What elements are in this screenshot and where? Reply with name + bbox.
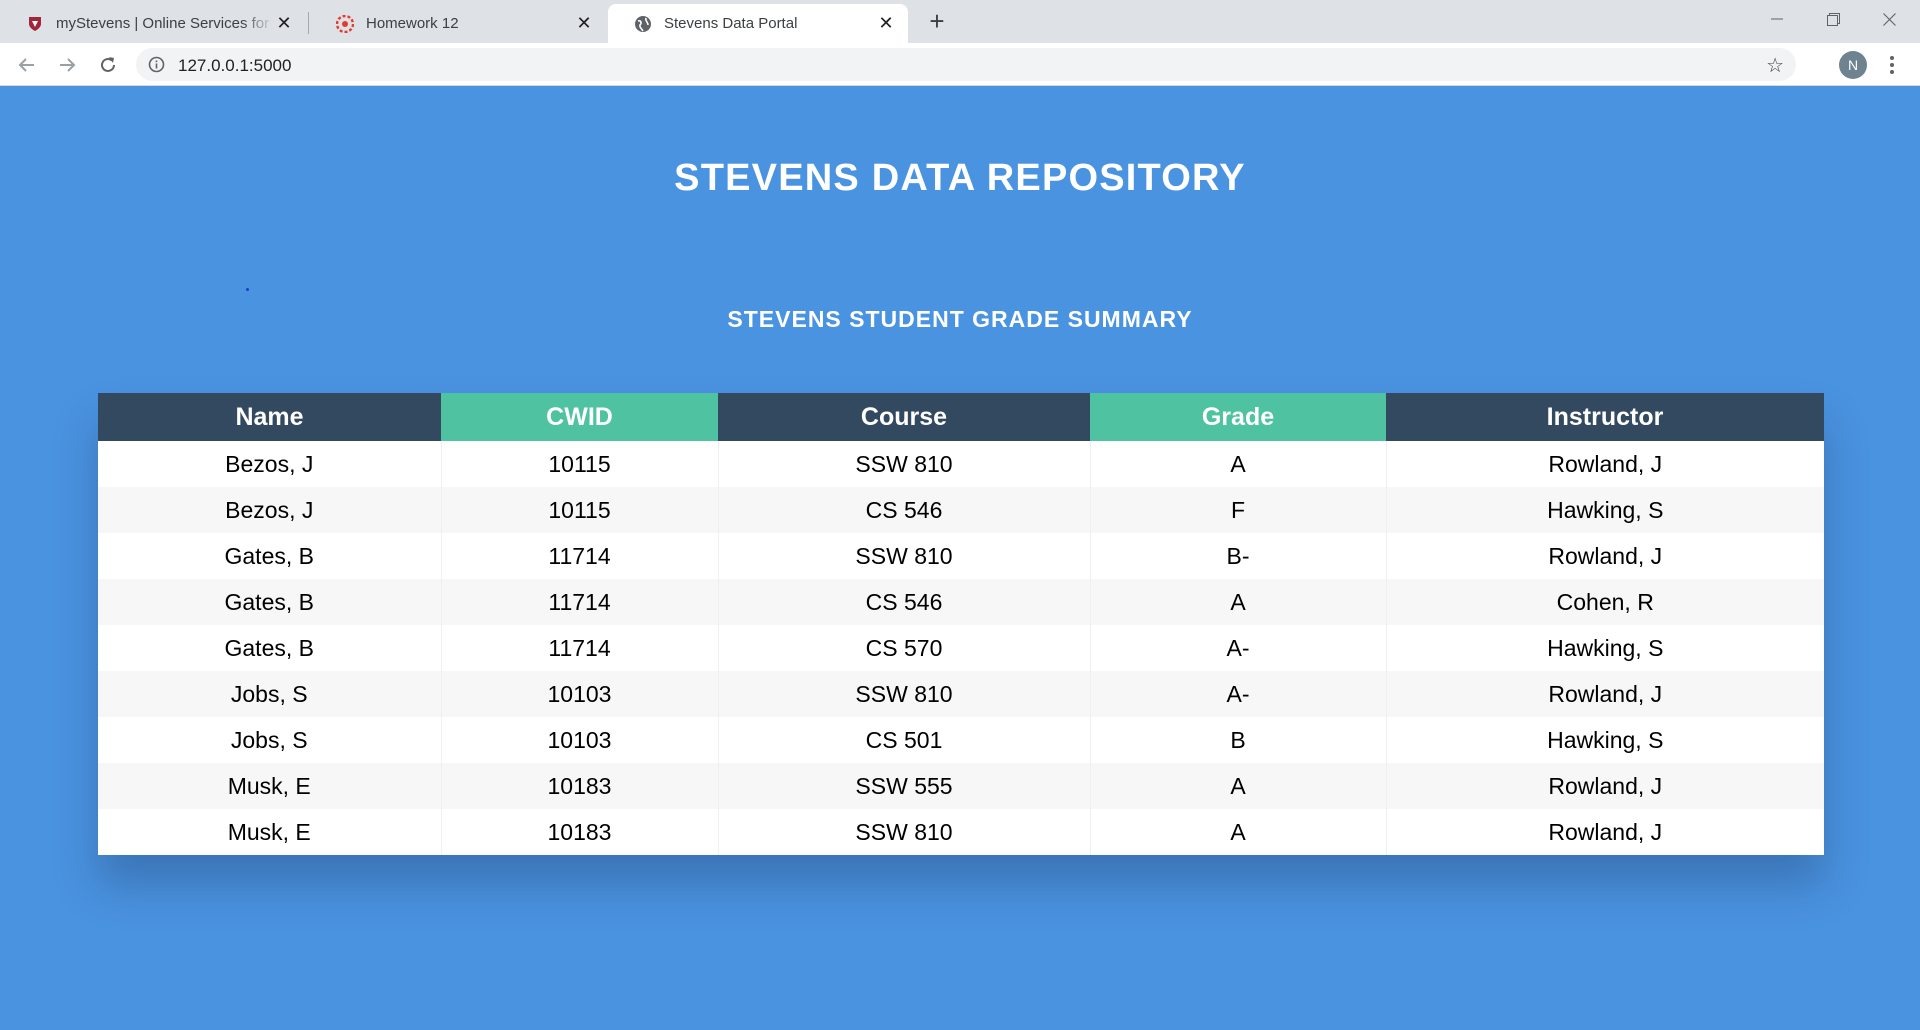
cell-grade: A: [1090, 441, 1387, 487]
close-icon[interactable]: ✕: [274, 13, 294, 34]
column-header-name: Name: [98, 393, 441, 441]
close-icon[interactable]: ✕: [876, 13, 896, 34]
table-row: Jobs, S 10103 SSW 810 A- Rowland, J: [98, 671, 1824, 717]
cell-name: Jobs, S: [98, 717, 442, 763]
cell-name: Musk, E: [98, 763, 442, 809]
page-body: STEVENS DATA REPOSITORY STEVENS STUDENT …: [0, 87, 1920, 1030]
tab-title: Homework 12: [366, 15, 459, 32]
cell-instructor: Rowland, J: [1386, 533, 1824, 579]
cell-cwid: 10103: [441, 717, 719, 763]
forward-arrow-icon[interactable]: [53, 51, 81, 79]
table-row: Gates, B 11714 CS 570 A- Hawking, S: [98, 625, 1824, 671]
info-icon[interactable]: [148, 56, 165, 73]
cell-grade: A-: [1090, 671, 1387, 717]
cell-instructor: Cohen, R: [1386, 579, 1824, 625]
cell-cwid: 10115: [441, 441, 719, 487]
cell-course: SSW 810: [718, 809, 1091, 855]
stray-dot: [246, 288, 249, 291]
table-row: Bezos, J 10115 CS 546 F Hawking, S: [98, 487, 1824, 533]
tab-stevens-data-portal[interactable]: Stevens Data Portal ✕: [608, 4, 908, 43]
minimize-icon[interactable]: [1754, 6, 1800, 32]
cell-course: CS 546: [718, 487, 1091, 533]
grade-summary-table: Name CWID Course Grade Instructor Bezos,…: [98, 393, 1824, 855]
cell-grade: B: [1090, 717, 1387, 763]
column-header-instructor: Instructor: [1386, 393, 1824, 441]
cell-instructor: Hawking, S: [1386, 625, 1824, 671]
browser-menu-icon[interactable]: [1884, 53, 1900, 77]
cell-cwid: 11714: [441, 533, 719, 579]
stevens-shield-icon: [26, 15, 44, 33]
tab-title: myStevens | Online Services for the: [56, 15, 274, 32]
cell-course: CS 546: [718, 579, 1091, 625]
cell-instructor: Hawking, S: [1386, 717, 1824, 763]
tab-divider: [308, 12, 309, 34]
cell-cwid: 11714: [441, 625, 719, 671]
cell-instructor: Rowland, J: [1386, 441, 1824, 487]
restore-icon[interactable]: [1810, 6, 1856, 32]
cell-course: SSW 555: [718, 763, 1091, 809]
table-row: Gates, B 11714 CS 546 A Cohen, R: [98, 579, 1824, 625]
url-text[interactable]: 127.0.0.1:5000: [178, 56, 291, 76]
cell-instructor: Rowland, J: [1386, 671, 1824, 717]
cell-name: Gates, B: [98, 533, 442, 579]
cell-name: Bezos, J: [98, 487, 442, 533]
cell-name: Musk, E: [98, 809, 442, 855]
column-header-cwid: CWID: [441, 393, 718, 441]
table-row: Gates, B 11714 SSW 810 B- Rowland, J: [98, 533, 1824, 579]
cell-course: SSW 810: [718, 533, 1091, 579]
column-header-grade: Grade: [1090, 393, 1386, 441]
cell-course: CS 501: [718, 717, 1091, 763]
cell-name: Gates, B: [98, 579, 442, 625]
cell-cwid: 10183: [441, 763, 719, 809]
column-header-course: Course: [718, 393, 1090, 441]
table-row: Musk, E 10183 SSW 810 A Rowland, J: [98, 809, 1824, 855]
page-title: STEVENS DATA REPOSITORY: [674, 157, 1246, 199]
cell-course: SSW 810: [718, 441, 1091, 487]
cell-cwid: 10103: [441, 671, 719, 717]
cell-grade: A: [1090, 763, 1387, 809]
cell-grade: B-: [1090, 533, 1387, 579]
cell-course: SSW 810: [718, 671, 1091, 717]
cell-cwid: 10183: [441, 809, 719, 855]
cell-grade: F: [1090, 487, 1387, 533]
new-tab-icon[interactable]: +: [924, 8, 950, 35]
tab-homework[interactable]: Homework 12 ✕: [310, 4, 606, 43]
close-icon[interactable]: ✕: [574, 13, 594, 34]
cell-instructor: Hawking, S: [1386, 487, 1824, 533]
browser-toolbar: 127.0.0.1:5000 ☆: [0, 43, 1920, 86]
globe-icon: [634, 15, 652, 33]
cell-grade: A-: [1090, 625, 1387, 671]
browser-tab-bar: myStevens | Online Services for the ✕ Ho…: [0, 0, 1920, 43]
cell-cwid: 10115: [441, 487, 719, 533]
cell-name: Bezos, J: [98, 441, 442, 487]
profile-avatar[interactable]: N: [1839, 51, 1867, 79]
canvas-icon: [336, 14, 354, 33]
cell-grade: A: [1090, 809, 1387, 855]
back-arrow-icon[interactable]: [13, 51, 41, 79]
table-row: Jobs, S 10103 CS 501 B Hawking, S: [98, 717, 1824, 763]
table-row: Musk, E 10183 SSW 555 A Rowland, J: [98, 763, 1824, 809]
cell-name: Gates, B: [98, 625, 442, 671]
close-window-icon[interactable]: [1866, 6, 1912, 32]
cell-instructor: Rowland, J: [1386, 809, 1824, 855]
cell-name: Jobs, S: [98, 671, 442, 717]
cell-course: CS 570: [718, 625, 1091, 671]
section-subtitle: STEVENS STUDENT GRADE SUMMARY: [727, 306, 1193, 332]
table-row: Bezos, J 10115 SSW 810 A Rowland, J: [98, 441, 1824, 487]
cell-grade: A: [1090, 579, 1387, 625]
cell-cwid: 11714: [441, 579, 719, 625]
tab-mystevens[interactable]: myStevens | Online Services for the ✕: [0, 4, 306, 43]
tab-title: Stevens Data Portal: [664, 15, 798, 32]
cell-instructor: Rowland, J: [1386, 763, 1824, 809]
table-header-row: Name CWID Course Grade Instructor: [98, 393, 1824, 441]
reload-icon[interactable]: [94, 51, 122, 79]
bookmark-star-icon[interactable]: ☆: [1766, 53, 1784, 78]
address-bar[interactable]: 127.0.0.1:5000 ☆: [136, 48, 1796, 81]
